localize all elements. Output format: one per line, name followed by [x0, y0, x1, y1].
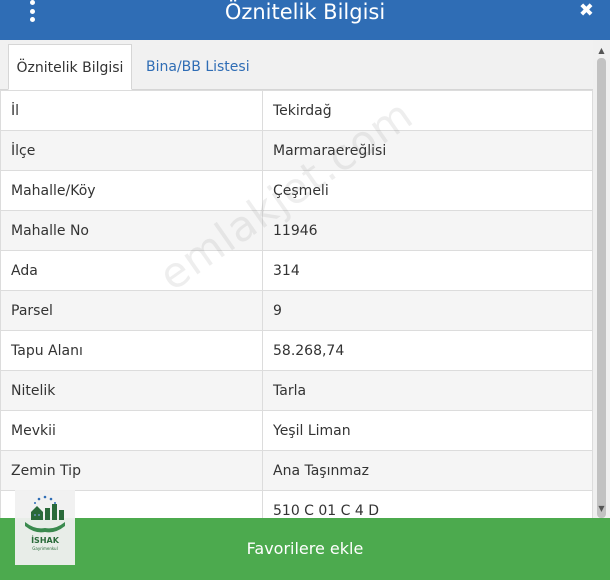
vertical-scrollbar[interactable]: ▲ ▼ [593, 40, 610, 518]
row-key: İl [0, 90, 263, 131]
dialog-title: Öznitelik Bilgisi [224, 0, 386, 24]
row-value: 9 [262, 290, 593, 331]
table-row: Mevkii Yeşil Liman [0, 410, 593, 451]
row-key: Mevkii [0, 410, 263, 451]
table-row: İlçe Marmaraereğlisi [0, 130, 593, 171]
house-hands-logo-icon [25, 495, 65, 533]
row-value: Tarla [262, 370, 593, 411]
row-key: Mahalle No [0, 210, 263, 251]
table-row: İl Tekirdağ [0, 90, 593, 131]
scroll-up-arrow-icon[interactable]: ▲ [593, 44, 610, 58]
tab-building-list[interactable]: Bina/BB Listesi [136, 44, 260, 90]
row-value: 58.268,74 [262, 330, 593, 371]
row-value: 11946 [262, 210, 593, 251]
row-value: 314 [262, 250, 593, 291]
attribute-info-dialog: Öznitelik Bilgisi ✖ Öznitelik Bilgisi Bi… [0, 0, 610, 580]
row-value: Tekirdağ [262, 90, 593, 131]
row-key: Parsel [0, 290, 263, 331]
row-value: Yeşil Liman [262, 410, 593, 451]
table-row: Tapu Alanı 58.268,74 [0, 330, 593, 371]
close-icon[interactable]: ✖ [579, 2, 594, 20]
table-row: Nitelik Tarla [0, 370, 593, 411]
table-row: Mahalle No 11946 [0, 210, 593, 251]
table-row: Zemin Tip Ana Taşınmaz [0, 450, 593, 491]
row-key: Ada [0, 250, 263, 291]
tab-attribute-info[interactable]: Öznitelik Bilgisi [8, 44, 132, 90]
row-key: Nitelik [0, 370, 263, 411]
attribute-table: İl Tekirdağ İlçe Marmaraereğlisi Mahalle… [0, 90, 593, 531]
row-key: Mahalle/Köy [0, 170, 263, 211]
company-logo: İSHAK Gayrimenkul [15, 490, 75, 565]
logo-tagline-text: Gayrimenkul [32, 546, 58, 551]
dialog-header: Öznitelik Bilgisi ✖ [0, 0, 610, 40]
tab-bar: Öznitelik Bilgisi Bina/BB Listesi [0, 40, 593, 90]
scrollbar-thumb[interactable] [597, 58, 606, 518]
row-key: İlçe [0, 130, 263, 171]
row-value: Marmaraereğlisi [262, 130, 593, 171]
table-row: Ada 314 [0, 250, 593, 291]
row-key: Zemin Tip [0, 450, 263, 491]
table-row: Parsel 9 [0, 290, 593, 331]
row-value: Ana Taşınmaz [262, 450, 593, 491]
table-row: Mahalle/Köy Çeşmeli [0, 170, 593, 211]
row-value: Çeşmeli [262, 170, 593, 211]
logo-brand-text: İSHAK [31, 536, 59, 545]
scroll-down-arrow-icon[interactable]: ▼ [593, 502, 610, 516]
row-key: Tapu Alanı [0, 330, 263, 371]
add-to-favorites-button[interactable]: Favorilere ekle [0, 518, 610, 580]
